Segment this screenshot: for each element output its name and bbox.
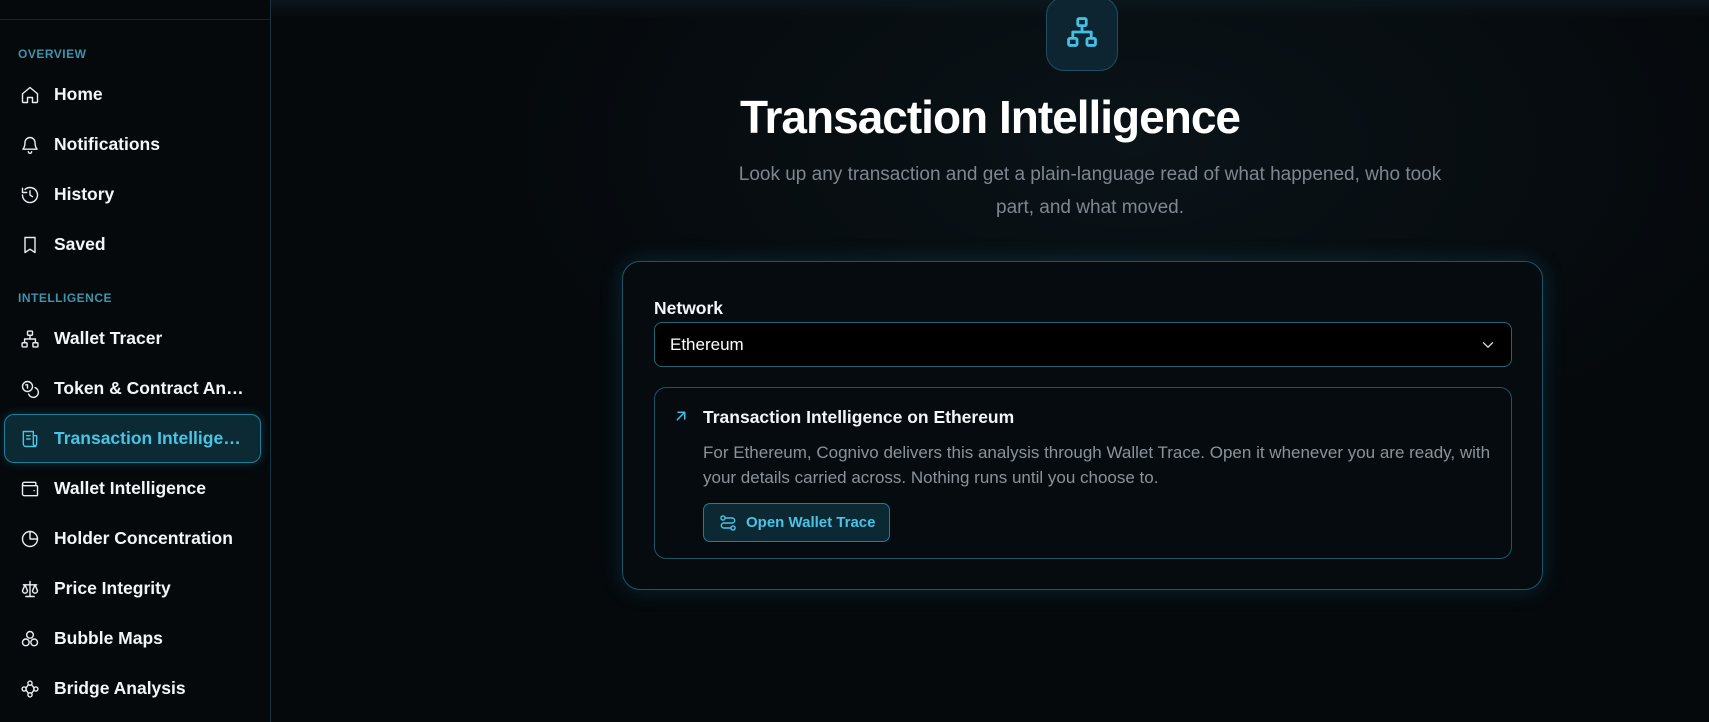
top-glow bbox=[271, 0, 1709, 18]
sidebar-item-label: Holder Concentration bbox=[54, 528, 233, 548]
wallet-icon bbox=[19, 478, 41, 500]
sidebar-item-wallet-tracer[interactable]: Wallet Tracer bbox=[4, 314, 261, 363]
bookmark-icon bbox=[19, 234, 41, 256]
section-label-overview: OVERVIEW bbox=[18, 47, 87, 61]
page-subtitle: Look up any transaction and get a plain-… bbox=[738, 164, 1442, 218]
lookup-card: Network Ethereum Transaction Intelligenc… bbox=[622, 261, 1543, 590]
arrow-up-right-icon bbox=[672, 407, 690, 425]
pie-chart-icon bbox=[19, 528, 41, 550]
sidebar-item-label: Price Integrity bbox=[54, 578, 171, 598]
sidebar-item-history[interactable]: History bbox=[4, 170, 261, 219]
section-label-intelligence: INTELLIGENCE bbox=[18, 291, 113, 305]
sidebar-item-wallet-intelligence[interactable]: Wallet Intelligence bbox=[4, 464, 261, 513]
network-select[interactable]: Ethereum bbox=[654, 322, 1512, 367]
sidebar-item-token-contract-analysis[interactable]: Token & Contract Analysis bbox=[4, 364, 261, 413]
main-content: Transaction Intelligence Look up any tra… bbox=[271, 0, 1709, 722]
network-label: Network bbox=[654, 298, 724, 318]
sidebar-item-label: Wallet Tracer bbox=[54, 328, 163, 348]
sidebar-item-price-integrity[interactable]: Price Integrity bbox=[4, 564, 261, 613]
sidebar-item-label: Home bbox=[54, 84, 103, 104]
sidebar-item-notifications[interactable]: Notifications bbox=[4, 120, 261, 169]
bubbles-icon bbox=[19, 628, 41, 650]
sidebar-item-holder-concentration[interactable]: Holder Concentration bbox=[4, 514, 261, 563]
sidebar-item-label: History bbox=[54, 184, 115, 204]
network-select-value: Ethereum bbox=[670, 334, 744, 354]
sidebar-item-bridge-analysis[interactable]: Bridge Analysis bbox=[4, 664, 261, 713]
bridge-icon bbox=[19, 678, 41, 700]
sidebar-item-home[interactable]: Home bbox=[4, 70, 261, 119]
sidebar-item-label: Saved bbox=[54, 234, 106, 254]
hero-badge bbox=[1046, 0, 1118, 71]
app-window: OVERVIEW Home Notifications History Save… bbox=[0, 0, 1709, 722]
chevron-down-icon bbox=[1479, 336, 1497, 354]
sidebar-item-label: Wallet Intelligence bbox=[54, 478, 207, 498]
home-icon bbox=[19, 84, 41, 106]
open-wallet-trace-label: Open Wallet Trace bbox=[746, 514, 876, 531]
sidebar-item-saved[interactable]: Saved bbox=[4, 220, 261, 269]
sidebar-item-label: Transaction Intelligence bbox=[54, 428, 248, 448]
sidebar: OVERVIEW Home Notifications History Save… bbox=[0, 0, 271, 722]
sidebar-divider bbox=[0, 19, 270, 20]
notice-title: Transaction Intelligence on Ethereum bbox=[703, 407, 1015, 427]
redirect-notice: Transaction Intelligence on Ethereum For… bbox=[654, 387, 1512, 559]
network-icon bbox=[19, 328, 41, 350]
bell-icon bbox=[19, 134, 41, 156]
sidebar-item-transaction-intelligence[interactable]: Transaction Intelligence bbox=[4, 414, 261, 463]
notice-body: For Ethereum, Cognivo delivers this anal… bbox=[703, 443, 1491, 487]
sidebar-item-label: Token & Contract Analysis bbox=[54, 378, 248, 398]
open-wallet-trace-button[interactable]: Open Wallet Trace bbox=[703, 503, 890, 542]
sidebar-item-label: Bridge Analysis bbox=[54, 678, 186, 698]
scale-icon bbox=[19, 578, 41, 600]
page-title: Transaction Intelligence bbox=[739, 91, 1241, 143]
sidebar-item-label: Notifications bbox=[54, 134, 160, 154]
sidebar-item-bubble-maps[interactable]: Bubble Maps bbox=[4, 614, 261, 663]
sidebar-item-label: Bubble Maps bbox=[54, 628, 163, 648]
route-icon bbox=[718, 513, 738, 533]
history-icon bbox=[19, 184, 41, 206]
network-icon bbox=[1065, 15, 1099, 54]
coins-icon bbox=[19, 378, 41, 400]
receipt-icon bbox=[19, 428, 41, 450]
